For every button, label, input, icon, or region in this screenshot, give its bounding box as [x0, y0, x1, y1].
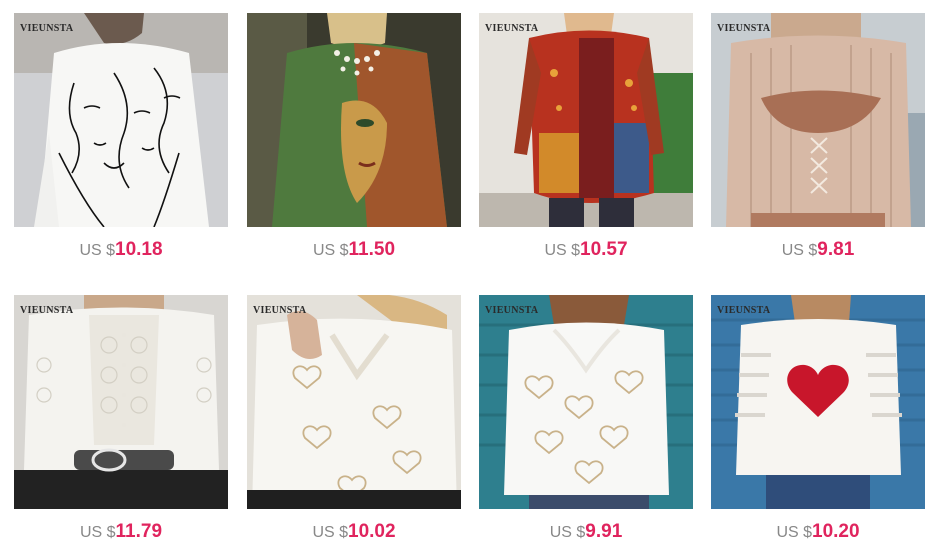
product-card[interactable]: VIEUNSTA US $10.18 — [14, 13, 228, 263]
product-price[interactable]: US $11.79 — [14, 521, 228, 543]
price-amount: 11.50 — [348, 239, 396, 260]
heart-print-scalloped-top-illustration — [479, 295, 693, 509]
product-image[interactable]: VIEUNSTA — [14, 13, 228, 227]
currency-label: US $ — [544, 242, 581, 259]
currency-label: US $ — [312, 242, 349, 259]
patchwork-top-illustration — [479, 13, 693, 227]
currency-label: US $ — [79, 524, 116, 541]
brand-watermark: VIEUNSTA — [717, 23, 771, 34]
knit-cutout-top-illustration — [711, 13, 925, 227]
product-grid: VIEUNSTA US $10.18 US $11.50 VIEUNSTA US… — [0, 0, 943, 548]
product-image[interactable]: VIEUNSTA — [479, 295, 693, 509]
brand-watermark: VIEUNSTA — [20, 305, 74, 316]
product-image[interactable]: VIEUNSTA — [247, 295, 461, 509]
product-price[interactable]: US $10.20 — [711, 521, 925, 543]
product-card[interactable]: VIEUNSTA US $9.81 — [711, 13, 925, 263]
heart-print-lace-top-illustration — [247, 295, 461, 509]
product-image[interactable]: VIEUNSTA — [711, 295, 925, 509]
currency-label: US $ — [549, 524, 586, 541]
product-price[interactable]: US $10.18 — [14, 239, 228, 261]
currency-label: US $ — [776, 524, 813, 541]
brand-watermark: VIEUNSTA — [717, 305, 771, 316]
sequin-heart-top-illustration — [711, 295, 925, 509]
brand-watermark: VIEUNSTA — [485, 305, 539, 316]
product-card[interactable]: VIEUNSTA US $10.57 — [479, 13, 693, 263]
product-card[interactable]: VIEUNSTA US $10.02 — [247, 295, 461, 545]
product-card[interactable]: VIEUNSTA US $11.79 — [14, 295, 228, 545]
abstract-face-top-illustration — [247, 13, 461, 227]
product-image[interactable] — [247, 13, 461, 227]
brand-watermark: VIEUNSTA — [485, 23, 539, 34]
product-card[interactable]: VIEUNSTA US $9.91 — [479, 295, 693, 545]
product-image[interactable]: VIEUNSTA — [479, 13, 693, 227]
currency-label: US $ — [79, 242, 116, 259]
price-amount: 11.79 — [115, 521, 163, 542]
product-price[interactable]: US $9.81 — [711, 239, 925, 261]
price-amount: 10.57 — [580, 239, 628, 260]
product-price[interactable]: US $11.50 — [247, 239, 461, 261]
price-amount: 9.81 — [817, 239, 855, 260]
currency-label: US $ — [781, 242, 818, 259]
product-price[interactable]: US $10.57 — [479, 239, 693, 261]
brand-watermark: VIEUNSTA — [20, 23, 74, 34]
price-amount: 10.02 — [348, 521, 396, 542]
price-amount: 10.20 — [812, 521, 860, 542]
product-card[interactable]: US $11.50 — [247, 13, 461, 263]
product-card[interactable]: VIEUNSTA US $10.20 — [711, 295, 925, 545]
product-image[interactable]: VIEUNSTA — [711, 13, 925, 227]
price-amount: 9.91 — [585, 521, 623, 542]
currency-label: US $ — [312, 524, 349, 541]
price-amount: 10.18 — [115, 239, 163, 260]
product-price[interactable]: US $10.02 — [247, 521, 461, 543]
product-price[interactable]: US $9.91 — [479, 521, 693, 543]
lace-blouse-illustration — [14, 295, 228, 509]
product-image[interactable]: VIEUNSTA — [14, 295, 228, 509]
brand-watermark: VIEUNSTA — [253, 305, 307, 316]
line-art-dress-illustration — [14, 13, 228, 227]
